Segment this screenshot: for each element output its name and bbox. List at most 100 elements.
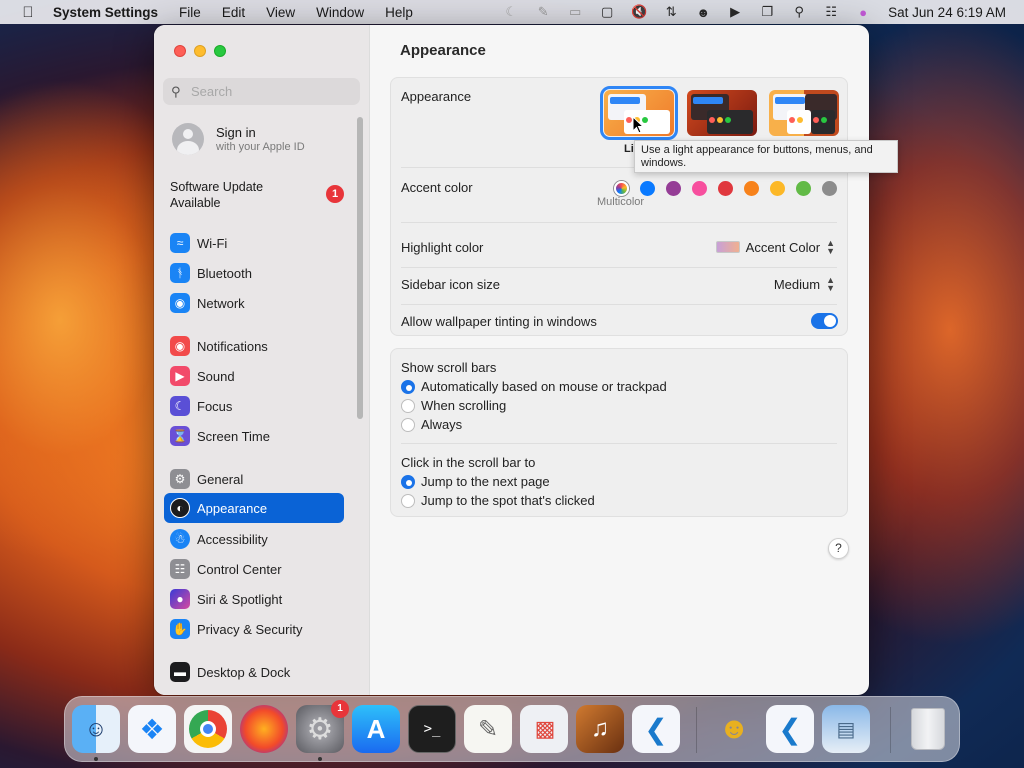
guitar-icon[interactable]: ♫ — [576, 705, 624, 753]
accent-yellow[interactable] — [770, 181, 785, 196]
sidebar-item-network[interactable]: ◉ Network — [164, 288, 344, 318]
accent-graphite[interactable] — [822, 181, 837, 196]
bee-icon[interactable]: ☻ — [710, 705, 758, 753]
scroll-bars-group: Show scroll bars Automatically based on … — [390, 348, 848, 517]
menu-app-name[interactable]: System Settings — [53, 5, 158, 20]
sidebar-item-label: Screen Time — [197, 428, 270, 444]
moon-icon[interactable]: ☾ — [500, 4, 522, 20]
radio-button[interactable] — [401, 379, 415, 394]
sidebar-item-screen-time[interactable]: ⌛ Screen Time — [164, 421, 344, 451]
window-stack-icon[interactable]: ❐ — [756, 4, 778, 20]
sidebar-item-privacy[interactable]: ✋ Privacy & Security — [164, 614, 344, 644]
sidebar-item-focus[interactable]: ☾ Focus — [164, 391, 344, 421]
control-center-icon[interactable]: ☷ — [820, 4, 842, 20]
click-option-next-page[interactable]: Jump to the next page — [401, 474, 550, 489]
appearance-dark-option[interactable] — [687, 90, 757, 136]
appearance-pane: Appearance Appearance Accent color Multi… — [370, 25, 869, 695]
radio-button[interactable] — [401, 493, 415, 508]
close-button[interactable] — [174, 45, 186, 57]
zoom-button[interactable] — [214, 45, 226, 57]
sidebar-item-siri[interactable]: ● Siri & Spotlight — [164, 584, 344, 614]
sidebar-item-bluetooth[interactable]: ᚬ Bluetooth — [164, 258, 344, 288]
search-input[interactable] — [191, 84, 351, 99]
menu-window[interactable]: Window — [316, 5, 364, 20]
mute-icon[interactable]: 🔇 — [628, 4, 650, 20]
dock: ☺ ❖ ⚙ 1 A >_ ✎ ▩ ♫ ❮ ☻ ❮ ▤ — [64, 696, 960, 762]
siri-icon: ● — [170, 589, 190, 609]
radio-button[interactable] — [401, 474, 415, 489]
sidebar-item-desktop-dock[interactable]: ▬ Desktop & Dock — [164, 657, 344, 687]
chrome-icon[interactable] — [184, 705, 232, 753]
click-option-spot-clicked[interactable]: Jump to the spot that's clicked — [401, 493, 595, 508]
search-icon[interactable]: ⚲ — [788, 4, 810, 20]
accent-pink[interactable] — [692, 181, 707, 196]
textedit-icon[interactable]: ✎ — [464, 705, 512, 753]
signin-title: Sign in — [216, 125, 256, 140]
sidebar-icon-size-value: Medium — [773, 276, 821, 292]
sidebar-item-sound[interactable]: ▶ Sound — [164, 361, 344, 391]
display-icon[interactable]: ▢ — [596, 4, 618, 20]
sidebar-item-label: Focus — [197, 398, 233, 414]
accent-multicolor[interactable] — [614, 181, 629, 196]
app-store-icon[interactable]: A — [352, 705, 400, 753]
dock-icon: ▬ — [170, 662, 190, 682]
search-field[interactable]: ⚲ — [163, 78, 360, 105]
play-circle-icon[interactable]: ▶ — [724, 4, 746, 20]
launchpad-icon[interactable]: ▩ — [520, 705, 568, 753]
accent-blue[interactable] — [640, 181, 655, 196]
firefox-icon[interactable] — [240, 705, 288, 753]
accent-color-label: Accent color — [401, 180, 473, 195]
finder-icon[interactable]: ☺ — [72, 705, 120, 753]
menu-edit[interactable]: Edit — [222, 5, 245, 20]
software-update-item[interactable]: Software Update Available 1 — [170, 179, 350, 211]
radio-button[interactable] — [401, 398, 415, 413]
apple-logo-icon[interactable]:  — [17, 4, 39, 21]
menu-file[interactable]: File — [179, 5, 201, 20]
divider — [401, 304, 837, 305]
scroll-option-automatic[interactable]: Automatically based on mouse or trackpad — [401, 379, 667, 394]
user-circle-icon[interactable]: ☻ — [692, 5, 714, 20]
minimize-button[interactable] — [194, 45, 206, 57]
accent-purple[interactable] — [666, 181, 681, 196]
menu-clock[interactable]: Sat Jun 24 6:19 AM — [888, 5, 1006, 20]
vscode-icon[interactable]: ❮ — [766, 705, 814, 753]
scroll-option-always[interactable]: Always — [401, 417, 462, 432]
search-icon: ⚲ — [171, 83, 181, 99]
appearance-icon: ◐ — [170, 498, 190, 518]
pen-off-icon[interactable]: ✎ — [532, 4, 554, 20]
sidebar-item-appearance[interactable]: ◐ Appearance — [164, 493, 344, 523]
scroll-option-when-scrolling[interactable]: When scrolling — [401, 398, 506, 413]
siri-icon[interactable]: ● — [852, 5, 874, 20]
sidebar-item-general[interactable]: ⚙ General — [164, 464, 344, 494]
sidebar-item-accessibility[interactable]: ☃ Accessibility — [164, 524, 344, 554]
sidebar-item-label: General — [197, 471, 244, 487]
menu-view[interactable]: View — [266, 5, 295, 20]
sidebar-scrollbar[interactable] — [357, 117, 363, 419]
accent-orange[interactable] — [744, 181, 759, 196]
accent-red[interactable] — [718, 181, 733, 196]
sidebar-item-control-center[interactable]: ☷ Control Center — [164, 554, 344, 584]
sidebar-item-wifi[interactable]: ≈ Wi-Fi — [164, 228, 344, 258]
sidebar-item-label: Desktop & Dock — [197, 664, 291, 680]
accent-green[interactable] — [796, 181, 811, 196]
network-icon[interactable]: ⇅ — [660, 4, 682, 20]
wallpaper-tinting-toggle[interactable] — [811, 313, 838, 329]
apple-id-signin[interactable]: Sign in with your Apple ID — [172, 123, 305, 155]
appearance-auto-option[interactable] — [769, 90, 839, 136]
vscode-icon[interactable]: ❮ — [632, 705, 680, 753]
screen-mirror-icon[interactable]: ▭ — [564, 4, 586, 20]
system-settings-window: ⚲ Sign in with your Apple ID Software Up… — [154, 25, 869, 695]
trash-icon[interactable] — [904, 705, 952, 753]
highlight-color-popup[interactable]: Accent Color ▲ ▼ — [715, 239, 835, 256]
speaker-icon: ▶ — [170, 366, 190, 386]
sidebar-icon-size-popup[interactable]: Medium ▲ ▼ — [773, 276, 835, 293]
terminal-icon[interactable]: >_ — [408, 705, 456, 753]
safari-icon[interactable]: ❖ — [128, 705, 176, 753]
appearance-label: Appearance — [401, 89, 472, 104]
sidebar-item-notifications[interactable]: ◉ Notifications — [164, 331, 344, 361]
menu-help[interactable]: Help — [385, 5, 413, 20]
bluetooth-icon: ᚬ — [170, 263, 190, 283]
help-button[interactable]: ? — [828, 538, 849, 559]
radio-button[interactable] — [401, 417, 415, 432]
preview-icon[interactable]: ▤ — [822, 705, 870, 753]
